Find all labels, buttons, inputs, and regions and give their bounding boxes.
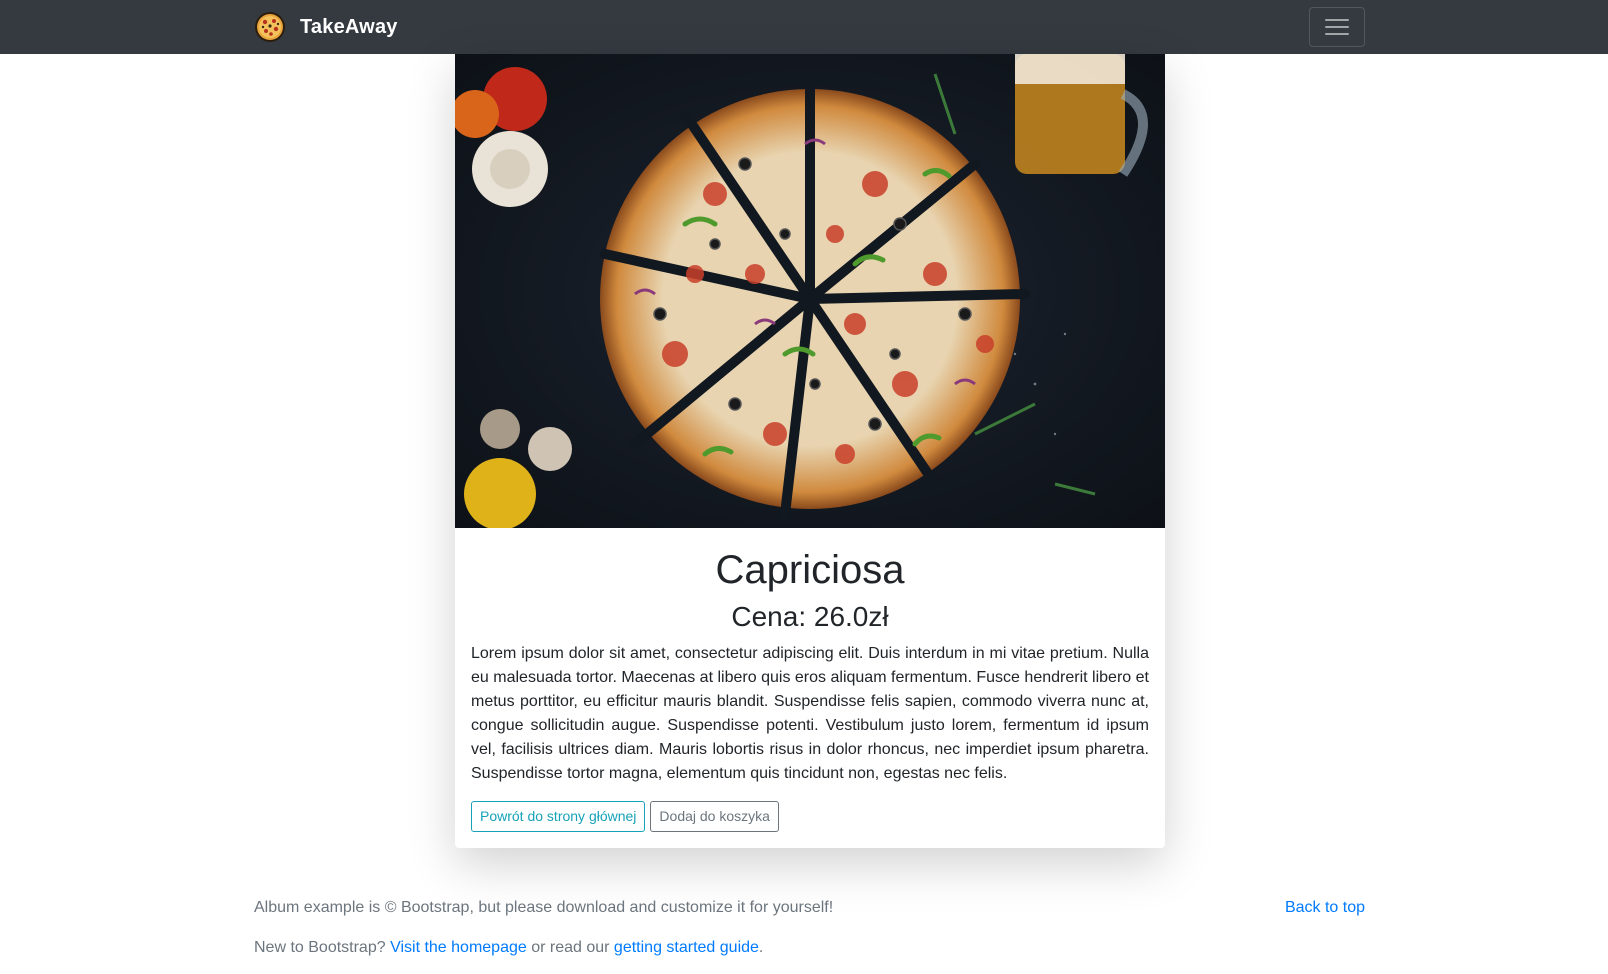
product-title: Capriciosa: [715, 548, 905, 592]
getting-started-link[interactable]: getting started guide: [614, 939, 759, 956]
navbar: TakeAway: [0, 0, 1608, 54]
navbar-toggler-button[interactable]: [1309, 7, 1365, 47]
brand-name: TakeAway: [300, 15, 398, 38]
action-buttons: Powrót do strony głównej Dodaj do koszyk…: [471, 801, 779, 832]
footer-middle-text: or read our: [526, 939, 614, 956]
product-description: Lorem ipsum dolor sit amet, consectetur …: [471, 645, 1149, 782]
pizza-photo: [455, 54, 1165, 528]
footer-links-line: New to Bootstrap? Visit the homepage or …: [254, 938, 763, 958]
hamburger-menu-icon: [1325, 19, 1349, 35]
footer-copyright: Album example is © Bootstrap, but please…: [254, 899, 834, 916]
homepage-link[interactable]: Visit the homepage: [390, 939, 527, 956]
back-to-home-button[interactable]: Powrót do strony głównej: [471, 801, 646, 832]
product-card: Capriciosa Cena: 26.0zł Lorem ipsum dolo…: [455, 54, 1165, 848]
pizza-icon: [255, 12, 285, 42]
add-to-cart-button[interactable]: Dodaj do koszyka: [650, 801, 779, 832]
footer-prefix-text: New to Bootstrap?: [254, 939, 391, 956]
brand-link[interactable]: TakeAway: [254, 10, 398, 44]
back-to-top-link[interactable]: Back to top: [1285, 898, 1365, 918]
product-price: Cena: 26.0zł: [731, 601, 889, 632]
footer-suffix-text: .: [758, 939, 764, 956]
